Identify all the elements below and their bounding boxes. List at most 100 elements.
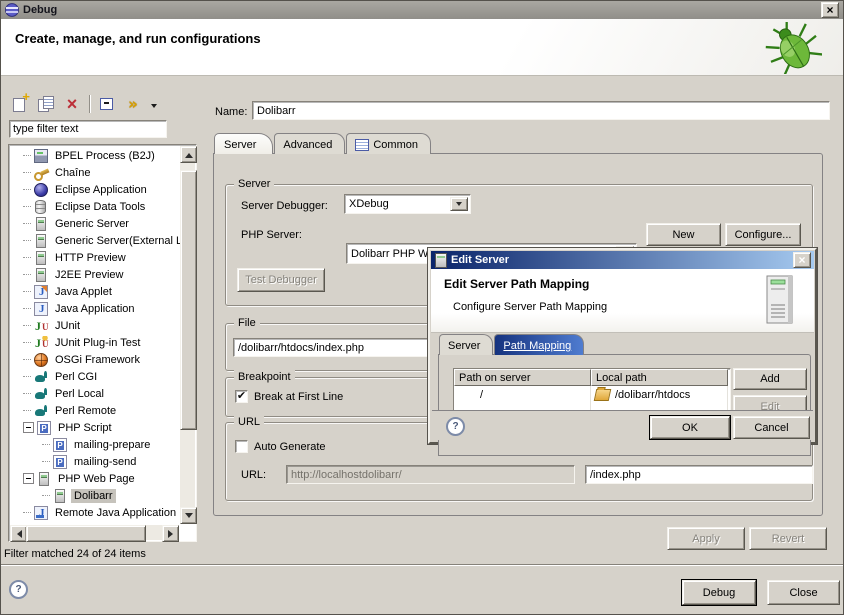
tab-server-settings[interactable]: Server <box>439 334 493 355</box>
filter-input[interactable] <box>9 120 167 138</box>
tree-item-perl-remote[interactable]: Perl Remote <box>10 402 180 419</box>
tree-item-perl-cgi[interactable]: Perl CGI <box>10 368 180 385</box>
tree-hscrollbar[interactable] <box>10 525 179 540</box>
tree-item-eclipse-data-tools[interactable]: Eclipse Data Tools <box>10 198 180 215</box>
debug-configurations-window: Debug × Create, manage, and run configur… <box>0 0 844 615</box>
test-debugger-button[interactable]: Test Debugger <box>237 268 325 292</box>
server-tower-icon <box>762 274 798 326</box>
edit-server-title: Edit Server <box>451 254 793 266</box>
scroll-right-arrow[interactable] <box>162 525 179 542</box>
edit-server-close-button[interactable]: × <box>793 252 811 268</box>
collapse-all-icon[interactable] <box>96 94 118 114</box>
duplicate-icon[interactable] <box>35 94 57 114</box>
tree-item-php-web-page[interactable]: PHP Web Page <box>10 470 180 487</box>
scroll-up-arrow[interactable] <box>180 146 197 163</box>
tree-vscrollbar[interactable] <box>180 146 195 524</box>
tree-item-remote-java-application[interactable]: Remote Java Application <box>10 504 180 521</box>
filter-icon[interactable] <box>122 94 144 114</box>
new-configuration-icon[interactable] <box>9 94 31 114</box>
server-icon <box>435 253 447 268</box>
tree-item-j2ee-preview[interactable]: J2EE Preview <box>10 266 180 283</box>
expander-minus-icon[interactable] <box>23 422 34 433</box>
url-path-input[interactable]: /index.php <box>585 465 813 484</box>
edit-server-titlebar[interactable]: Edit Server × <box>431 251 814 269</box>
tree-item-mailing-send[interactable]: mailing-send <box>10 453 180 470</box>
generic-server-icon <box>36 217 46 231</box>
tree-item-http-preview[interactable]: HTTP Preview <box>10 249 180 266</box>
tab-common[interactable]: Common <box>346 133 431 154</box>
php-file-icon <box>53 455 67 469</box>
apply-button[interactable]: Apply <box>667 527 745 550</box>
chevron-down-icon[interactable] <box>450 197 468 211</box>
break-at-first-line-checkbox[interactable] <box>235 390 248 403</box>
tree-item-label: Chaîne <box>52 166 93 180</box>
debug-button[interactable]: Debug <box>682 580 756 605</box>
configure-server-button[interactable]: Configure... <box>725 223 801 246</box>
scroll-down-arrow[interactable] <box>180 507 197 524</box>
java-application-icon <box>34 302 48 316</box>
tree-item-perl-local[interactable]: Perl Local <box>10 385 180 402</box>
menu-dropdown-icon[interactable] <box>148 94 160 114</box>
column-local-path[interactable]: Local path <box>591 369 728 386</box>
eclipse-application-icon <box>34 183 48 197</box>
tree-item-eclipse-application[interactable]: Eclipse Application <box>10 181 180 198</box>
tree-item-cha-ne[interactable]: Chaîne <box>10 164 180 181</box>
php-server-label: PHP Server: <box>241 229 302 241</box>
add-mapping-button[interactable]: Add <box>733 368 807 390</box>
j2ee-preview-icon <box>36 268 46 282</box>
tree-item-php-script[interactable]: PHP Script <box>10 419 180 436</box>
scroll-left-arrow[interactable] <box>10 525 27 542</box>
tab-advanced[interactable]: Advanced <box>274 133 345 154</box>
edit-server-subheading: Configure Server Path Mapping <box>453 301 607 313</box>
column-path-on-server[interactable]: Path on server <box>454 369 591 386</box>
window-close-button[interactable]: × <box>821 2 839 18</box>
new-server-button[interactable]: New <box>646 223 721 246</box>
tree-item-java-applet[interactable]: Java Applet <box>10 283 180 300</box>
table-icon <box>355 139 369 151</box>
tree-item-junit-plug-in-test[interactable]: JUnit Plug-in Test <box>10 334 180 351</box>
server-debugger-select[interactable]: XDebug <box>344 194 471 214</box>
delete-icon[interactable] <box>61 94 83 114</box>
tree-item-label: Java Applet <box>52 285 115 299</box>
tree-item-label: Perl Remote <box>52 404 119 418</box>
close-button[interactable]: Close <box>767 580 840 605</box>
generic-server-icon <box>36 234 46 248</box>
tab-server[interactable]: Server <box>214 133 273 154</box>
tree-item-dolibarr[interactable]: Dolibarr <box>10 487 180 504</box>
footer-separator <box>1 564 843 566</box>
help-icon[interactable]: ? <box>9 580 28 599</box>
dialog-header-banner: Create, manage, and run configurations <box>1 19 843 76</box>
path-mapping-row[interactable]: //dolibarr/htdocs <box>454 386 730 403</box>
tree-item-label: mailing-send <box>71 455 139 469</box>
tree-item-osgi-framework[interactable]: OSGi Framework <box>10 351 180 368</box>
hscroll-thumb[interactable] <box>26 525 146 542</box>
revert-button[interactable]: Revert <box>749 527 827 550</box>
tree-item-generic-server[interactable]: Generic Server <box>10 215 180 232</box>
server-debugger-label: Server Debugger: <box>241 200 328 212</box>
expander-minus-icon[interactable] <box>23 473 34 484</box>
tree-item-mailing-prepare[interactable]: mailing-prepare <box>10 436 180 453</box>
php-file-icon <box>53 438 67 452</box>
help-icon[interactable]: ? <box>446 417 465 436</box>
vscroll-thumb[interactable] <box>180 170 197 430</box>
folder-icon <box>594 389 612 401</box>
tree-item-generic-server-external-la[interactable]: Generic Server(External La <box>10 232 180 249</box>
auto-generate-checkbox[interactable] <box>235 440 248 453</box>
tree-item-junit[interactable]: JUnit <box>10 317 180 334</box>
window-titlebar[interactable]: Debug × <box>1 1 843 19</box>
junit-icon <box>34 319 48 333</box>
tree-item-label: OSGi Framework <box>52 353 143 367</box>
cancel-button[interactable]: Cancel <box>733 416 810 439</box>
name-input[interactable]: Dolibarr <box>252 101 830 120</box>
data-tools-icon <box>35 200 46 214</box>
osgi-icon <box>34 353 48 367</box>
ok-button[interactable]: OK <box>650 416 730 439</box>
edit-server-button-bar: ? OK Cancel <box>432 410 813 440</box>
bug-icon <box>764 22 822 74</box>
tree-item-java-application[interactable]: Java Application <box>10 300 180 317</box>
java-applet-icon <box>34 285 48 299</box>
tree-item-bpel-process-b2j-[interactable]: BPEL Process (B2J) <box>10 147 180 164</box>
tab-path-mapping[interactable]: Path Mapping <box>494 334 584 355</box>
tree-item-label: J2EE Preview <box>52 268 126 282</box>
tree-item-label: Generic Server(External La <box>52 234 180 248</box>
